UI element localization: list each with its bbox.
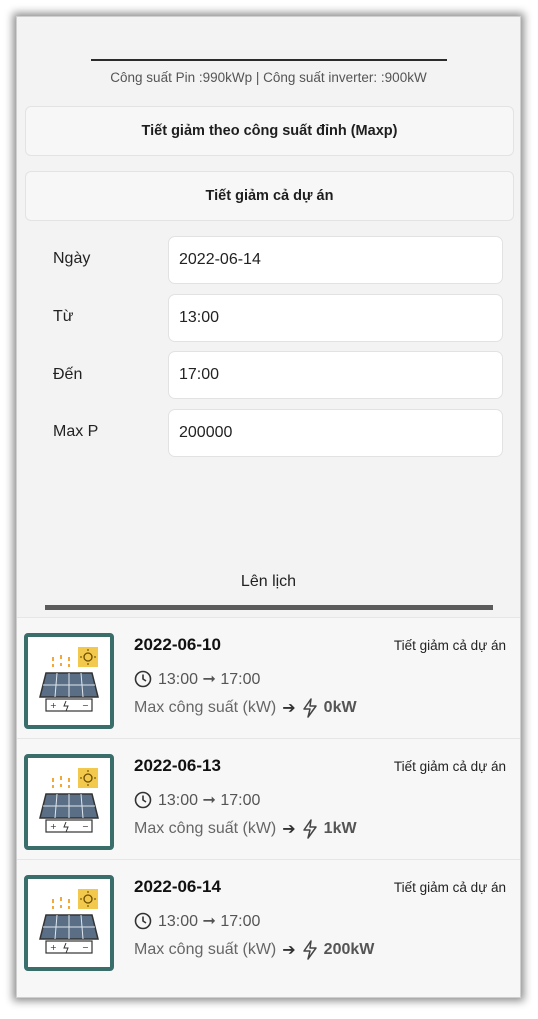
lightning-icon — [302, 940, 317, 960]
max-power-label: Max công suất (kW) — [134, 941, 277, 958]
entry-date: 2022-06-14 — [134, 877, 221, 896]
entry-max-power: Max công suất (kW) ➔ 200kW — [134, 940, 374, 960]
solar-panel-icon: + − — [24, 754, 114, 850]
date-input[interactable]: 2022-06-14 — [168, 236, 503, 284]
max-peak-curtailment-button[interactable]: Tiết giảm theo công suất đỉnh (Maxp) — [25, 106, 514, 156]
arrow-right-icon: ➔ — [282, 942, 296, 959]
entry-time-range: 13:00 ➞ 17:00 — [134, 790, 260, 810]
arrow-right-icon: ➔ — [282, 700, 296, 717]
schedule-underline — [45, 605, 493, 610]
solar-panel-icon: + − — [24, 633, 114, 729]
list-item[interactable]: + − 2022-06-13 Tiết giảm cả dự án 13:00 … — [17, 738, 520, 859]
svg-text:−: − — [82, 701, 89, 710]
whole-project-curtailment-button[interactable]: Tiết giảm cả dự án — [25, 171, 514, 221]
schedule-button[interactable]: Lên lịch — [17, 573, 520, 591]
header-divider — [91, 59, 447, 61]
svg-text:+: + — [50, 701, 57, 710]
entry-time-text: 13:00 ➞ 17:00 — [158, 913, 261, 930]
entry-date: 2022-06-10 — [134, 635, 221, 654]
entry-time-range: 13:00 ➞ 17:00 — [134, 669, 260, 689]
svg-text:−: − — [82, 943, 89, 952]
date-label: Ngày — [53, 250, 91, 267]
svg-text:+: + — [50, 822, 57, 831]
clock-icon — [134, 791, 152, 809]
maxp-input[interactable]: 200000 — [168, 409, 503, 457]
entry-time-text: 13:00 ➞ 17:00 — [158, 671, 261, 688]
capacity-info: Công suất Pin :990kWp | Công suất invert… — [110, 70, 427, 85]
app-frame: Công suất Pin :990kWp | Công suất invert… — [17, 17, 520, 997]
lightning-icon — [302, 819, 317, 839]
max-power-value: 200kW — [323, 941, 375, 958]
entry-date: 2022-06-13 — [134, 756, 221, 775]
list-item[interactable]: + − 2022-06-10 Tiết giảm cả dự án 13:00 … — [17, 617, 520, 738]
clock-icon — [134, 670, 152, 688]
from-time-input[interactable]: 13:00 — [168, 294, 503, 342]
entry-max-power: Max công suất (kW) ➔ 0kW — [134, 698, 357, 718]
max-power-label: Max công suất (kW) — [134, 820, 277, 837]
arrow-right-icon: ➔ — [282, 821, 296, 838]
max-power-label: Max công suất (kW) — [134, 699, 277, 716]
from-label: Từ — [53, 308, 74, 325]
curtailment-form-panel: Công suất Pin :990kWp | Công suất invert… — [17, 17, 520, 617]
clock-icon — [134, 912, 152, 930]
to-time-input[interactable]: 17:00 — [168, 351, 503, 399]
svg-text:−: − — [82, 822, 89, 831]
max-power-value: 0kW — [323, 699, 357, 716]
svg-text:+: + — [50, 943, 57, 952]
max-power-value: 1kW — [323, 820, 357, 837]
list-item[interactable]: + − 2022-06-14 Tiết giảm cả dự án 13:00 … — [17, 859, 520, 980]
entry-time-range: 13:00 ➞ 17:00 — [134, 911, 260, 931]
entry-type: Tiết giảm cả dự án — [393, 638, 506, 653]
maxp-label: Max P — [53, 423, 99, 440]
entry-type: Tiết giảm cả dự án — [393, 880, 506, 895]
to-label: Đến — [53, 366, 83, 383]
entry-max-power: Max công suất (kW) ➔ 1kW — [134, 819, 357, 839]
lightning-icon — [302, 698, 317, 718]
solar-panel-icon: + − — [24, 875, 114, 971]
entry-time-text: 13:00 ➞ 17:00 — [158, 792, 261, 809]
entry-type: Tiết giảm cả dự án — [393, 759, 506, 774]
